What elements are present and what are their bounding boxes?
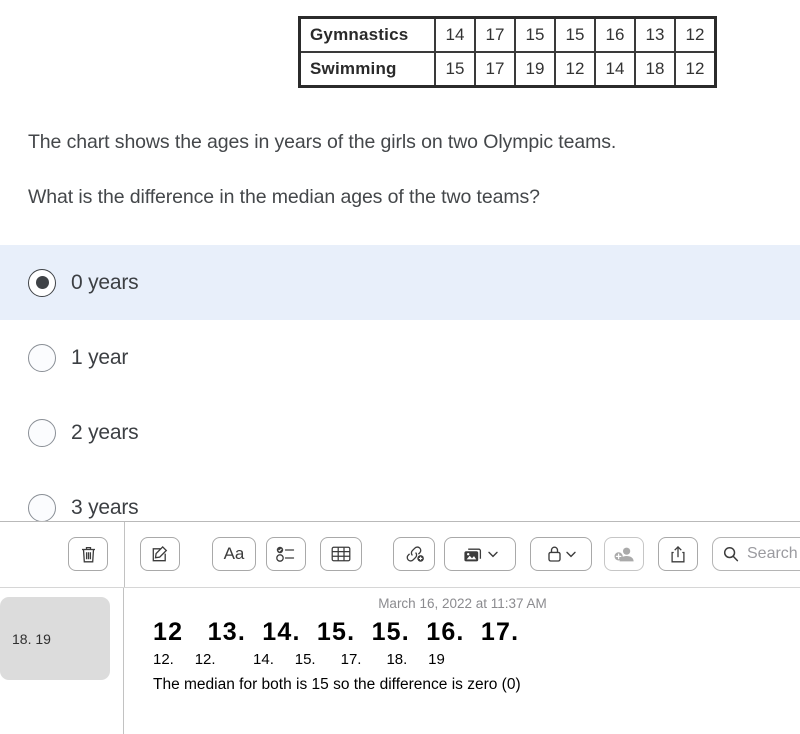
add-person-icon (614, 547, 634, 562)
answer-option-label: 3 years (71, 495, 139, 519)
cell-gymnastics-4: 15 (554, 16, 596, 53)
answer-options-list: 0 years 1 year 2 years 3 years (0, 245, 800, 521)
new-note-button[interactable] (140, 537, 180, 571)
search-input[interactable]: Search (712, 537, 800, 571)
cell-gymnastics-7: 12 (674, 16, 717, 53)
cell-swimming-3: 19 (514, 51, 556, 88)
note-list-item-title: 18. 19 (12, 630, 51, 647)
cell-gymnastics-2: 17 (474, 16, 516, 53)
question-context-text: The chart shows the ages in years of the… (28, 131, 617, 153)
lock-button[interactable] (530, 537, 592, 571)
checklist-icon (276, 546, 295, 562)
collaborate-button[interactable] (604, 537, 644, 571)
cell-gymnastics-5: 16 (594, 16, 636, 53)
search-placeholder: Search (747, 545, 798, 562)
cell-gymnastics-6: 13 (634, 16, 676, 53)
ages-data-table: Gymnastics 14 17 15 15 16 13 12 Swimming… (298, 16, 717, 88)
table-row-label-gymnastics: Gymnastics (298, 16, 436, 53)
answer-option-label: 1 year (71, 345, 129, 369)
cell-swimming-7: 12 (674, 51, 717, 88)
format-button[interactable]: Aa (212, 537, 256, 571)
chevron-down-icon[interactable] (565, 551, 576, 558)
cell-swimming-4: 12 (554, 51, 596, 88)
note-line-swimming-sorted: 12. 12. 14. 15. 17. 18. 19 (153, 651, 445, 668)
lock-icon (547, 546, 561, 562)
share-icon (671, 545, 685, 562)
add-link-button[interactable] (393, 537, 435, 571)
answer-option-2-years[interactable]: 2 years (0, 395, 800, 470)
answer-option-label: 2 years (71, 420, 139, 444)
cell-swimming-2: 17 (474, 51, 516, 88)
format-label: Aa (223, 544, 245, 563)
media-button[interactable] (444, 537, 516, 571)
list-item[interactable]: 18. 19 (0, 597, 110, 680)
notes-body: 18. 19 March 16, 2022 at 11:37 AM 12 13.… (0, 588, 800, 734)
note-line-gymnastics-sorted: 12 13. 14. 15. 15. 16. 17. (153, 618, 520, 646)
radio-button-icon[interactable] (28, 418, 56, 447)
trash-icon (81, 546, 95, 562)
notes-toolbar: Aa Search (0, 522, 800, 588)
answer-option-0-years[interactable]: 0 years (0, 245, 800, 320)
table-row-label-swimming: Swimming (298, 51, 436, 88)
quiz-question-panel: Gymnastics 14 17 15 15 16 13 12 Swimming… (0, 0, 800, 521)
cell-swimming-6: 18 (634, 51, 676, 88)
compose-icon (152, 545, 168, 562)
question-text: What is the difference in the median age… (28, 186, 540, 208)
note-line-conclusion: The median for both is 15 so the differe… (153, 676, 521, 693)
radio-button-icon[interactable] (28, 493, 56, 521)
cell-gymnastics-1: 14 (434, 16, 476, 53)
toolbar-divider (124, 522, 125, 587)
note-editor[interactable]: March 16, 2022 at 11:37 AM 12 13. 14. 15… (125, 588, 800, 734)
cell-gymnastics-3: 15 (514, 16, 556, 53)
note-timestamp: March 16, 2022 at 11:37 AM (378, 596, 547, 611)
chevron-down-icon[interactable] (487, 551, 498, 558)
delete-button[interactable] (68, 537, 108, 571)
cell-swimming-1: 15 (434, 51, 476, 88)
ages-table: Gymnastics 14 17 15 15 16 13 12 Swimming… (298, 16, 717, 88)
radio-button-icon[interactable] (28, 343, 56, 372)
table-row: Swimming 15 17 19 12 14 18 12 (298, 51, 717, 88)
table-icon (331, 546, 351, 562)
table-row: Gymnastics 14 17 15 15 16 13 12 (298, 16, 717, 53)
answer-option-label: 0 years (71, 270, 139, 294)
answer-option-1-year[interactable]: 1 year (0, 320, 800, 395)
checklist-button[interactable] (266, 537, 306, 571)
media-icon (463, 548, 481, 561)
cell-swimming-5: 14 (594, 51, 636, 88)
link-icon (406, 546, 424, 562)
radio-button-icon[interactable] (28, 268, 56, 297)
search-icon (723, 546, 739, 562)
table-button[interactable] (320, 537, 362, 571)
share-button[interactable] (658, 537, 698, 571)
notes-list-sidebar: 18. 19 (0, 588, 124, 734)
answer-option-3-years[interactable]: 3 years (0, 470, 800, 521)
notes-app-window: Aa Search 18. 19 March 16, 2022 at 11:37… (0, 521, 800, 734)
